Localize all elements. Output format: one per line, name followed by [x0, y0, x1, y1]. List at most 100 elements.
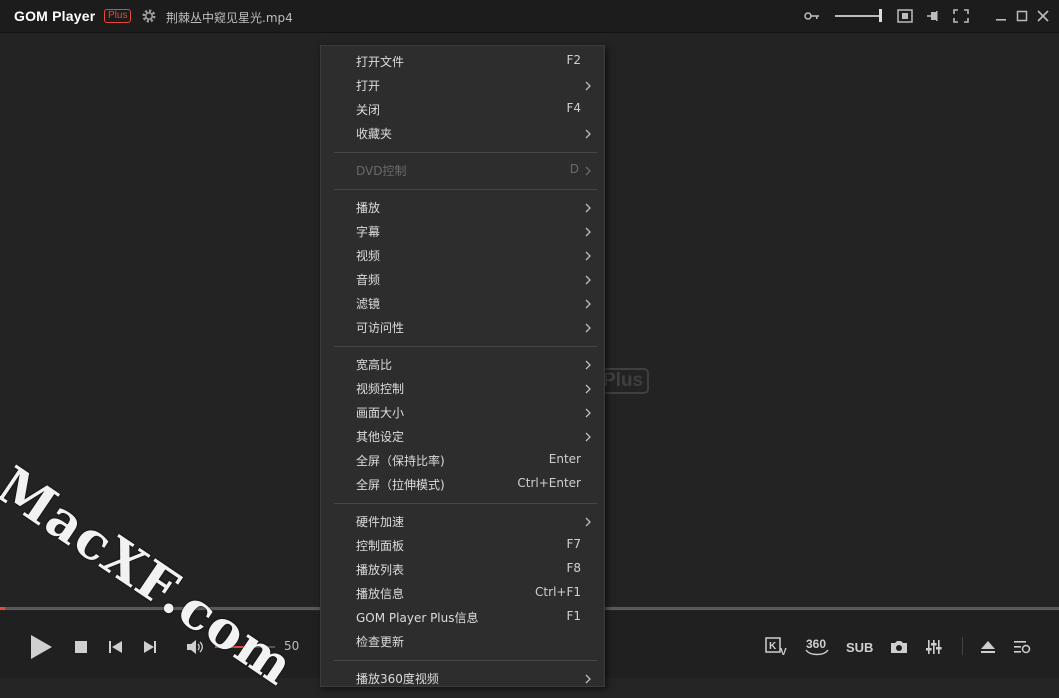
equalizer-icon[interactable] — [926, 639, 942, 655]
kv-icon[interactable]: K V — [765, 637, 791, 657]
play-icon[interactable] — [29, 634, 53, 660]
menu-item-label: 硬件加速 — [356, 515, 405, 529]
menu-item[interactable]: 播放 — [321, 196, 604, 220]
chevron-right-icon — [585, 129, 591, 139]
chevron-right-icon — [585, 432, 591, 442]
menu-item-label: 关闭 — [356, 103, 381, 117]
menu-separator — [334, 503, 597, 504]
plus-badge: Plus — [104, 9, 132, 23]
opacity-slider-thumb[interactable] — [879, 9, 882, 22]
menu-item[interactable]: 播放列表 F8 — [321, 558, 604, 582]
menu-item-label: 视频 — [356, 249, 381, 263]
menu-item-label: 其他设定 — [356, 430, 405, 444]
menu-item-label: 播放列表 — [356, 563, 405, 577]
menu-item[interactable]: 打开 — [321, 74, 604, 98]
chevron-right-icon — [585, 408, 591, 418]
menu-item-shortcut: Enter — [548, 452, 581, 466]
eject-icon[interactable] — [980, 640, 996, 654]
menu-item-label: 字幕 — [356, 225, 381, 239]
minimize-icon[interactable] — [993, 9, 1009, 23]
title-bar: GOM Player Plus 荆棘丛中窥见星光.mp4 — [0, 0, 1059, 33]
divider — [962, 637, 963, 655]
window-size-icon[interactable] — [897, 9, 913, 23]
chevron-right-icon — [585, 275, 591, 285]
menu-item-label: 控制面板 — [356, 539, 405, 553]
chevron-right-icon — [585, 517, 591, 527]
menu-item-shortcut: F4 — [566, 101, 581, 115]
chevron-right-icon — [585, 251, 591, 261]
menu-item[interactable]: 播放360度视频 — [321, 667, 604, 691]
chevron-right-icon — [585, 323, 591, 333]
menu-item[interactable]: 宽高比 — [321, 353, 604, 377]
menu-item[interactable]: 其他设定 — [321, 425, 604, 449]
next-icon[interactable] — [143, 641, 157, 654]
menu-item-shortcut: F1 — [566, 609, 581, 623]
menu-item-label: 播放信息 — [356, 587, 405, 601]
menu-separator — [334, 346, 597, 347]
close-icon[interactable] — [1035, 9, 1051, 23]
menu-item[interactable]: 字幕 — [321, 220, 604, 244]
maximize-icon[interactable] — [1014, 9, 1030, 23]
menu-item[interactable]: 音频 — [321, 268, 604, 292]
menu-item[interactable]: 播放信息 Ctrl+F1 — [321, 582, 604, 606]
menu-item-label: 音频 — [356, 273, 381, 287]
camera-icon[interactable] — [890, 640, 908, 654]
settings-gear-icon[interactable] — [141, 8, 157, 24]
app-logo: GOM Player — [14, 8, 96, 24]
chevron-right-icon — [585, 166, 591, 176]
svg-text:K: K — [769, 641, 777, 652]
chevron-right-icon — [585, 360, 591, 370]
fullscreen-icon[interactable] — [953, 9, 969, 23]
menu-item[interactable]: 视频 — [321, 244, 604, 268]
menu-item-label: 视频控制 — [356, 382, 405, 396]
menu-item-label: DVD控制 — [356, 164, 407, 178]
menu-item-shortcut: F2 — [566, 53, 581, 67]
chevron-right-icon — [585, 203, 591, 213]
file-name: 荆棘丛中窥见星光.mp4 — [166, 11, 293, 25]
menu-item: DVD控制 D — [321, 159, 604, 183]
menu-item-label: 宽高比 — [356, 358, 393, 372]
menu-item[interactable]: 全屏（拉伸模式) Ctrl+Enter — [321, 473, 604, 497]
stop-icon[interactable] — [75, 641, 88, 654]
prev-icon[interactable] — [109, 641, 123, 654]
menu-item-label: GOM Player Plus信息 — [356, 611, 479, 625]
menu-item[interactable]: 画面大小 — [321, 401, 604, 425]
menu-item-label: 可访问性 — [356, 321, 405, 335]
menu-separator — [334, 660, 597, 661]
menu-item-label: 全屏（拉伸模式) — [356, 478, 445, 492]
key-icon[interactable] — [804, 9, 820, 23]
menu-item[interactable]: 关闭 F4 — [321, 98, 604, 122]
chevron-right-icon — [585, 384, 591, 394]
menu-item-shortcut: F8 — [566, 561, 581, 575]
menu-item[interactable]: 打开文件 F2 — [321, 50, 604, 74]
menu-item[interactable]: 视频控制 — [321, 377, 604, 401]
menu-item-shortcut: F7 — [566, 537, 581, 551]
menu-item-shortcut: D — [569, 162, 579, 176]
menu-item-label: 打开文件 — [356, 55, 405, 69]
360-arc — [805, 649, 829, 656]
menu-item-shortcut: Ctrl+Enter — [517, 476, 581, 490]
menu-item[interactable]: 检查更新 — [321, 630, 604, 654]
menu-item-label: 收藏夹 — [356, 127, 393, 141]
menu-item[interactable]: 控制面板 F7 — [321, 534, 604, 558]
menu-separator — [334, 152, 597, 153]
menu-item[interactable]: 硬件加速 — [321, 510, 604, 534]
menu-item-label: 检查更新 — [356, 635, 405, 649]
menu-item[interactable]: 全屏（保持比率) Enter — [321, 449, 604, 473]
menu-item-label: 播放 — [356, 201, 381, 215]
menu-item[interactable]: 收藏夹 — [321, 122, 604, 146]
playlist-icon[interactable] — [1014, 640, 1031, 654]
menu-item[interactable]: GOM Player Plus信息 F1 — [321, 606, 604, 630]
opacity-slider-track[interactable] — [835, 15, 882, 17]
menu-separator — [334, 189, 597, 190]
menu-item-shortcut: Ctrl+F1 — [535, 585, 581, 599]
menu-item[interactable]: 滤镜 — [321, 292, 604, 316]
menu-item-label: 播放360度视频 — [356, 672, 439, 686]
menu-item[interactable]: 可访问性 — [321, 316, 604, 340]
menu-item-label: 画面大小 — [356, 406, 405, 420]
chevron-right-icon — [585, 674, 591, 684]
chevron-right-icon — [585, 81, 591, 91]
menu-item-label: 打开 — [356, 79, 381, 93]
pin-icon[interactable] — [926, 9, 942, 23]
subtitle-button[interactable]: SUB — [846, 640, 873, 655]
